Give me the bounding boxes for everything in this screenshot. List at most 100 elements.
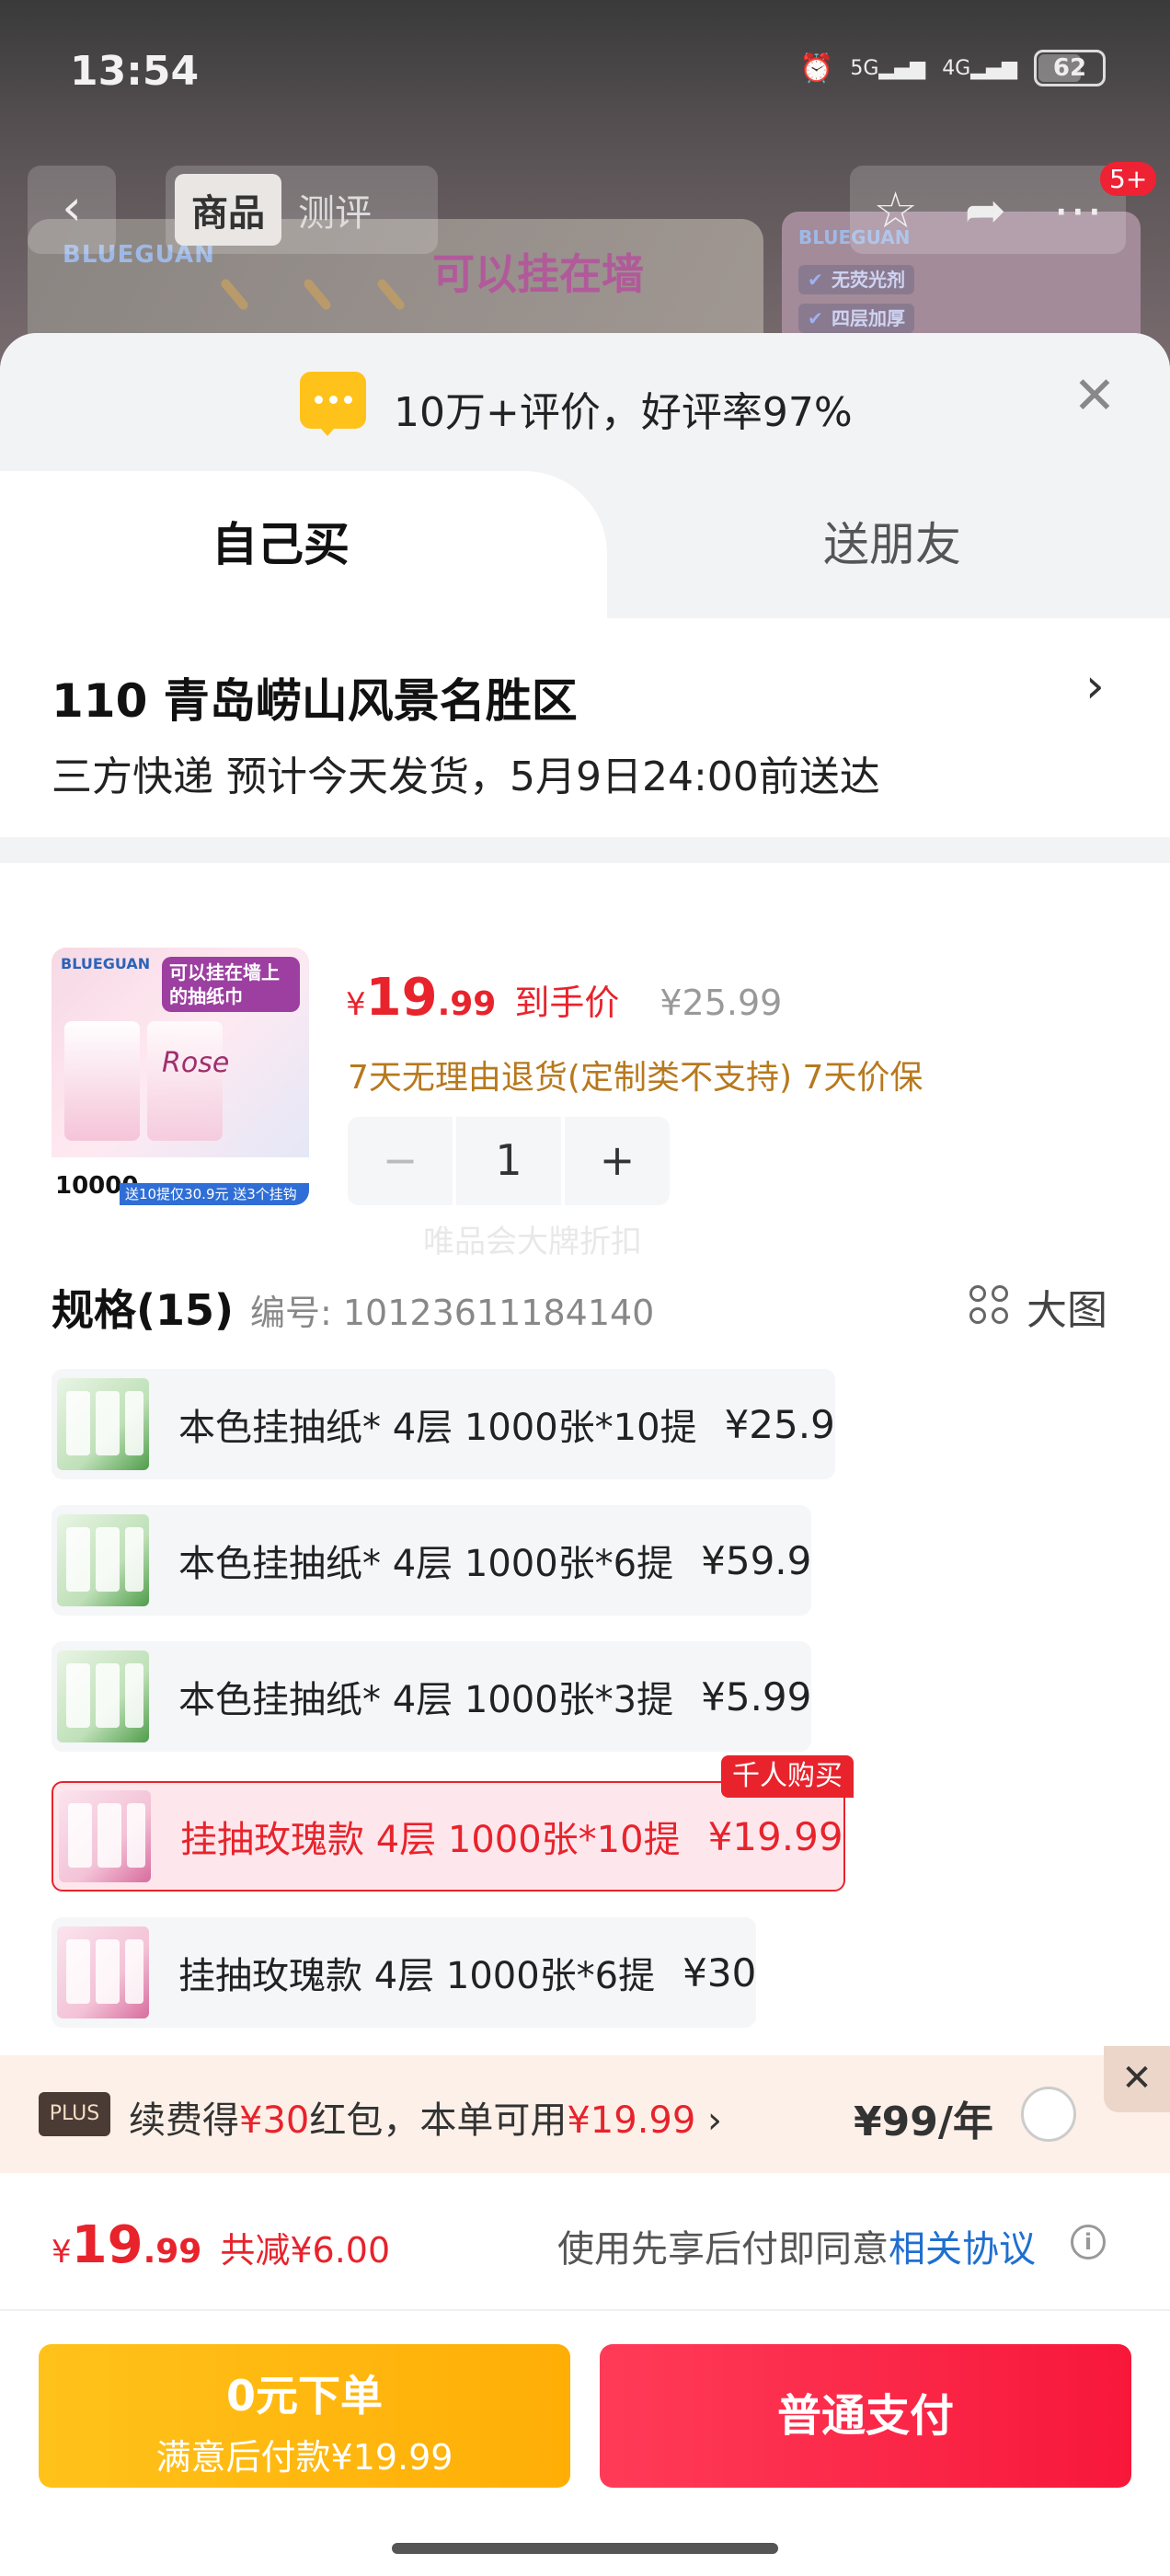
section-divider [0, 837, 1170, 863]
notification-badge: 5+ [1100, 162, 1157, 196]
currency-symbol: ¥ [52, 2234, 72, 2271]
spec-title: 规格(15) [52, 1285, 235, 1335]
home-indicator[interactable] [392, 2543, 778, 2554]
spec-price: ¥19.99 [707, 1813, 843, 1859]
final-price-label: 到手价 [514, 983, 620, 1023]
plus-radio[interactable] [1021, 2087, 1076, 2142]
spec-name: 挂抽玫瑰款 4层 1000张*10提 [180, 1819, 681, 1861]
product-pack [64, 1021, 140, 1141]
battery-icon: 62 [1034, 50, 1106, 86]
grid-icon [969, 1285, 1012, 1328]
total-decimal: .99 [143, 2233, 202, 2271]
total-integer: 19 [71, 2215, 143, 2275]
original-price: ¥25.99 [660, 983, 783, 1023]
spec-name: 本色挂抽纸* 4层 1000张*6提 [178, 1543, 674, 1585]
background-hooks-illustration [212, 276, 407, 331]
quantity-value[interactable]: 1 [456, 1117, 561, 1205]
address-title: 110 青岛崂山风景名胜区 [52, 674, 578, 728]
spec-name: 本色挂抽纸* 4层 1000张*10提 [178, 1407, 697, 1449]
normal-pay-button[interactable]: 普通支付 [600, 2344, 1131, 2488]
spec-option-selected[interactable]: 挂抽玫瑰款 4层 1000张*10提 ¥19.99 [52, 1781, 845, 1892]
top-nav-tabs: 商品 测评 [166, 166, 438, 254]
total-price: ¥ 19 .99 共减¥6.00 [52, 2215, 390, 2275]
back-button[interactable]: ‹ [28, 166, 116, 254]
spec-name: 挂抽玫瑰款 4层 1000张*6提 [178, 1955, 656, 1997]
tab-review[interactable]: 测评 [281, 174, 388, 246]
agreement-text: 使用先享后付即同意相关协议 [557, 2228, 1036, 2271]
tab-buy-for-self[interactable]: 自己买 [0, 471, 561, 618]
top-nav-actions: ☆ ➦ ⋯ [850, 166, 1126, 254]
decrease-button[interactable]: − [348, 1117, 453, 1205]
status-time: 13:54 [70, 48, 200, 95]
product-image-rose: Rose [162, 1047, 230, 1079]
spec-price: ¥25.9 [724, 1401, 835, 1447]
favorite-star-icon[interactable]: ☆ [873, 181, 917, 239]
price-row: ¥ 19 .99 到手价 ¥25.99 [346, 968, 782, 1028]
spec-name: 本色挂抽纸* 4层 1000张*3提 [178, 1679, 674, 1721]
total-row: ¥ 19 .99 共减¥6.00 使用先享后付即同意相关协议 i [0, 2173, 1170, 2311]
zero-yuan-order-button[interactable]: 0元下单 满意后付款¥19.99 [39, 2344, 570, 2488]
watermark: 唯品会大牌折扣 [423, 1224, 642, 1260]
address-section[interactable]: 110 青岛崂山风景名胜区 › 三方快递 预计今天发货，5月9日24:00前送达 [0, 618, 1170, 839]
tab-send-to-friend[interactable]: 送朋友 [754, 471, 1030, 618]
zero-order-label: 0元下单 [225, 2371, 383, 2421]
chevron-right-icon: › [1085, 659, 1105, 714]
big-picture-toggle[interactable]: 大图 [969, 1277, 1107, 1336]
delivery-info: 三方快递 预计今天发货，5月9日24:00前送达 [52, 753, 880, 800]
spec-thumbnail [57, 1378, 149, 1470]
rating-banner: 10万+评价，好评率97% ✕ [0, 333, 1170, 471]
status-icons: ⏰ 5G▂▄▆ 4G▂▄▆ 62 [799, 50, 1106, 86]
plus-membership-bar[interactable]: PLUS 续费得¥30红包，本单可用¥19.99 › ¥99/年 ✕ [0, 2046, 1170, 2173]
signal-5g-icon: 5G▂▄▆ [850, 56, 926, 80]
return-policy: 7天无理由退货(定制类不支持) 7天价保 [348, 1059, 923, 1097]
chevron-right-icon: › [707, 2099, 723, 2142]
screen: BLUEGUAN BLUEGUAN 可以挂在墙 无荧光剂 四层加厚 13:54 … [0, 0, 1170, 2576]
plus-promo-text: 续费得¥30红包，本单可用¥19.99 › [129, 2099, 723, 2142]
purchase-mode-tabs: 自己买 送朋友 [0, 471, 1170, 618]
product-pack [147, 1021, 223, 1141]
zero-order-sublabel: 满意后付款¥19.99 [155, 2437, 453, 2478]
price-decimal: .99 [437, 985, 497, 1023]
product-image-headline: 可以挂在墙上的抽纸巾 [162, 957, 300, 1012]
plus-price: ¥99/年 [854, 2099, 993, 2145]
increase-button[interactable]: + [565, 1117, 670, 1205]
share-icon[interactable]: ➦ [965, 181, 1006, 239]
spec-thumbnail [57, 1650, 149, 1742]
spec-option[interactable]: 本色挂抽纸* 4层 1000张*3提 ¥5.99 [52, 1641, 812, 1752]
rating-text: 10万+评价，好评率97% [394, 389, 853, 436]
chat-bubble-icon [300, 372, 366, 436]
background-headline: 可以挂在墙 [432, 249, 644, 299]
hot-badge: 千人购买 [721, 1755, 854, 1798]
background-tag: 无荧光剂 [798, 265, 914, 294]
product-image[interactable]: BLUEGUAN 可以挂在墙上的抽纸巾 Rose 10000 送10提仅30.9… [52, 948, 309, 1205]
close-icon[interactable]: ✕ [1104, 2046, 1170, 2112]
price-integer: 19 [365, 968, 438, 1028]
more-icon[interactable]: ⋯ [1053, 181, 1103, 239]
plus-badge: PLUS [39, 2092, 110, 2136]
close-icon[interactable]: ✕ [1067, 370, 1122, 425]
info-icon[interactable]: i [1071, 2225, 1106, 2260]
background-tag: 四层加厚 [798, 304, 914, 333]
product-image-promo: 送10提仅30.9元 送3个挂钩 [120, 1183, 309, 1205]
status-bar: 13:54 ⏰ 5G▂▄▆ 4G▂▄▆ 62 [0, 0, 1170, 147]
spec-thumbnail [57, 1926, 149, 2018]
tab-product[interactable]: 商品 [175, 174, 281, 246]
total-discount: 共减¥6.00 [220, 2230, 391, 2271]
agreement-link[interactable]: 相关协议 [889, 2228, 1036, 2271]
product-image-brand: BLUEGUAN [61, 955, 151, 972]
purchase-sheet: 10万+评价，好评率97% ✕ 自己买 送朋友 110 青岛崂山风景名胜区 › … [0, 333, 1170, 2576]
quantity-stepper: − 1 + [348, 1117, 670, 1205]
spec-option[interactable]: 本色挂抽纸* 4层 1000张*10提 ¥25.9 [52, 1369, 835, 1479]
spec-price: ¥5.99 [701, 1673, 812, 1719]
spec-price: ¥59.9 [701, 1537, 812, 1583]
big-picture-label: 大图 [1027, 1287, 1107, 1334]
currency-symbol: ¥ [346, 986, 366, 1023]
spec-code: 编号: 10123611184140 [250, 1293, 655, 1333]
spec-option[interactable]: 本色挂抽纸* 4层 1000张*6提 ¥59.9 [52, 1505, 812, 1616]
spec-option[interactable]: 挂抽玫瑰款 4层 1000张*6提 ¥30 [52, 1917, 757, 2028]
signal-4g-icon: 4G▂▄▆ [942, 56, 1017, 80]
spec-price: ¥30 [682, 1949, 757, 1995]
alarm-icon: ⏰ [799, 52, 834, 85]
spec-thumbnail [59, 1790, 151, 1882]
spec-thumbnail [57, 1514, 149, 1606]
